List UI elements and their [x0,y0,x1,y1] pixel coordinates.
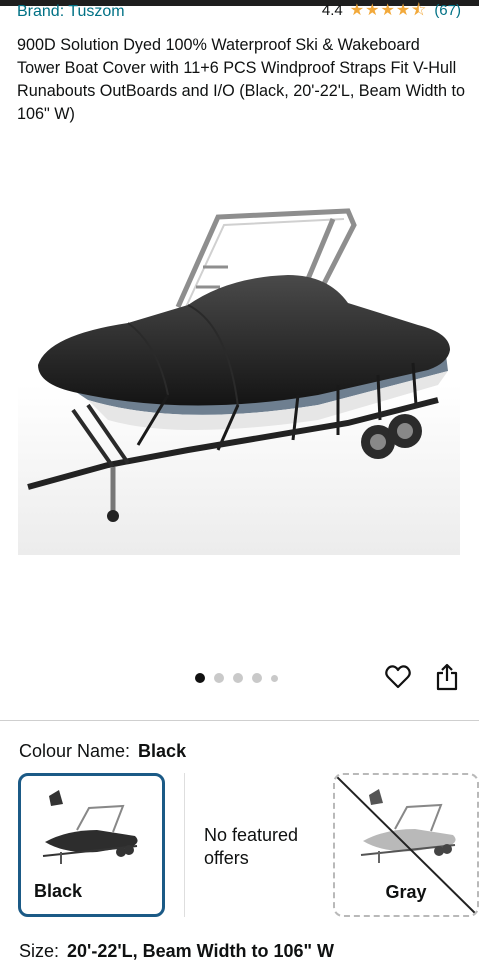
carousel-dot-2[interactable] [214,673,224,683]
carousel-dot-3[interactable] [233,673,243,683]
rating-summary[interactable]: 4.4 ★★★★⯪ (67) [322,2,461,20]
colour-label: Colour Name: [19,741,131,761]
size-label: Size: [19,941,60,960]
heart-icon [385,665,411,689]
carousel-indicator[interactable] [195,673,278,683]
colour-selection-label: Colour Name: Black [19,740,186,762]
colour-value: Black [138,741,187,761]
share-button[interactable] [432,662,462,692]
colour-option-black-label: Black [34,881,83,901]
brand-rating-row: Brand: Tuszom 4.4 ★★★★⯪ (67) [0,0,479,26]
star-icon: ★★★★⯪ [349,2,428,19]
product-image[interactable] [18,195,460,555]
rating-value: 4.4 [321,2,343,19]
colour-option-gray-label: Gray [385,882,427,902]
section-divider [0,720,479,721]
colour-option-black-thumbnail [42,790,138,864]
carousel-dot-5[interactable] [271,674,278,682]
size-selection-label: Size: 20'-22'L, Beam Width to 106" W [19,940,334,960]
rating-count[interactable]: (67) [434,2,461,20]
colour-option-gray[interactable]: Gray [333,773,479,917]
swatch-divider [184,773,185,917]
share-icon [436,663,458,691]
wishlist-button[interactable] [383,662,413,692]
size-value: 20'-22'L, Beam Width to 106" W [67,941,335,960]
no-featured-offers-text: No featured offers [204,825,299,868]
colour-option-black[interactable]: Black [18,773,165,917]
product-title: 900D Solution Dyed 100% Waterproof Ski &… [17,36,465,123]
carousel-dot-4[interactable] [252,673,262,683]
brand-link[interactable]: Brand: Tuszom [17,3,125,21]
carousel-dot-1[interactable] [195,673,205,683]
